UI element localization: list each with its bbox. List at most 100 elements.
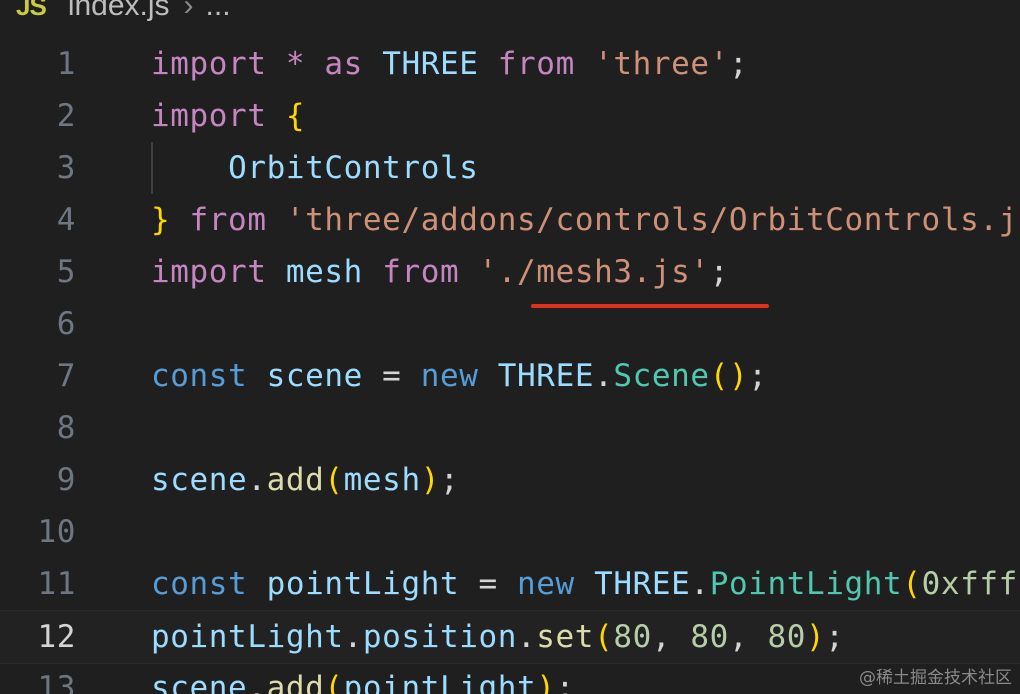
line-number: 6	[56, 306, 76, 342]
code-token: scene	[151, 670, 248, 694]
code-token: 80	[767, 619, 806, 655]
code-token: )	[806, 619, 826, 655]
code-token: ;	[748, 358, 768, 394]
code-line[interactable]: 3 OrbitControls	[0, 142, 1020, 194]
code-token: .	[343, 619, 363, 655]
code-token: 0xffffff	[921, 566, 1020, 602]
code-token: )	[420, 462, 440, 498]
code-line[interactable]: 5 import mesh from './mesh3.js';	[0, 246, 1020, 298]
code-token: (	[594, 619, 614, 655]
chevron-right-icon: ›	[183, 0, 194, 22]
code-token: import	[151, 254, 267, 290]
code-token: THREE	[497, 358, 595, 394]
code-token: add	[266, 670, 325, 694]
code-token: new	[420, 358, 479, 394]
code-token: add	[266, 462, 325, 498]
code-line[interactable]: 6	[0, 298, 1020, 350]
code-text[interactable]: const pointLight = new THREE.PointLight(…	[151, 558, 1020, 610]
code-token: ;	[728, 46, 749, 82]
code-line[interactable]: 10	[0, 506, 1020, 558]
code-token: from	[497, 46, 575, 82]
code-token: ,	[651, 619, 691, 655]
code-token: .	[247, 462, 267, 498]
code-text[interactable]: } from 'three/addons/controls/OrbitContr…	[151, 194, 1020, 246]
code-token: =	[459, 566, 518, 602]
code-token: pointLight	[151, 619, 344, 655]
code-token: 80	[690, 619, 729, 655]
code-line[interactable]: 1 import * as THREE from 'three';	[0, 38, 1020, 90]
code-token: import	[151, 98, 267, 134]
code-token: position	[362, 619, 518, 655]
line-number: 11	[37, 566, 76, 602]
code-token: 'three'	[594, 46, 729, 82]
code-token: './mesh3.js'	[478, 254, 710, 290]
code-line[interactable]: 12 pointLight.position.set(80, 80, 80);	[0, 610, 1020, 664]
code-token: ()	[709, 358, 749, 394]
code-text[interactable]: scene.add(mesh);	[151, 454, 459, 506]
code-token: 80	[613, 619, 652, 655]
code-token: THREE	[594, 566, 691, 602]
code-text[interactable]: pointLight.position.set(80, 80, 80);	[151, 611, 845, 663]
line-number: 2	[56, 98, 76, 134]
code-text[interactable]: import {	[151, 90, 305, 142]
code-token: 'three/addons/controls/OrbitControls.js'	[285, 202, 1020, 238]
code-text[interactable]: scene.add(pointLight);	[151, 662, 575, 694]
code-token: Scene	[613, 358, 710, 394]
line-number: 8	[56, 410, 76, 446]
code-text[interactable]: OrbitControls	[151, 142, 479, 194]
code-line[interactable]: 7 const scene = new THREE.Scene();	[0, 350, 1020, 402]
code-line[interactable]: 8	[0, 402, 1020, 454]
code-token: )	[536, 670, 556, 694]
code-token: const	[151, 566, 248, 602]
code-token: .	[517, 619, 537, 655]
code-token: (	[324, 462, 344, 498]
code-token: (	[324, 670, 344, 694]
code-token: pointLight	[343, 670, 537, 694]
line-number: 13	[37, 670, 76, 694]
code-token: .	[247, 670, 267, 694]
code-token: scene	[151, 462, 248, 498]
code-token: from	[189, 202, 267, 238]
javascript-file-icon: JS	[16, 0, 47, 21]
breadcrumb: JS index.js › ...	[0, 0, 231, 26]
code-token: .	[690, 566, 710, 602]
code-token: ;	[825, 619, 845, 655]
code-token: ;	[555, 670, 575, 694]
code-token: {	[285, 98, 306, 134]
red-underline-annotation	[531, 304, 769, 308]
code-line[interactable]: 11 const pointLight = new THREE.PointLigh…	[0, 558, 1020, 610]
code-text[interactable]: const scene = new THREE.Scene();	[151, 350, 768, 402]
code-line[interactable]: 9 scene.add(mesh);	[0, 454, 1020, 506]
code-token: ,	[728, 619, 768, 655]
code-token: THREE	[382, 46, 479, 82]
code-line[interactable]: 4 } from 'three/addons/controls/OrbitCont…	[0, 194, 1020, 246]
code-token: OrbitControls	[228, 150, 479, 186]
line-number: 4	[56, 202, 76, 238]
line-number: 5	[56, 254, 76, 290]
breadcrumb-file[interactable]: index.js	[68, 0, 170, 23]
code-token: scene	[266, 358, 363, 394]
code-line[interactable]: 2 import {	[0, 90, 1020, 142]
code-text[interactable]: import mesh from './mesh3.js';	[151, 246, 729, 298]
code-token: import	[151, 46, 267, 82]
code-token: *	[285, 46, 306, 82]
code-token: mesh	[285, 254, 363, 290]
code-token: (	[902, 566, 922, 602]
code-token: ;	[709, 254, 729, 290]
code-text[interactable]: import * as THREE from 'three';	[151, 38, 748, 90]
breadcrumb-symbols[interactable]: ...	[206, 0, 231, 23]
code-editor[interactable]: 1 import * as THREE from 'three'; 2 import …	[0, 38, 1020, 694]
code-token: ;	[439, 462, 460, 498]
code-token: PointLight	[709, 566, 903, 602]
